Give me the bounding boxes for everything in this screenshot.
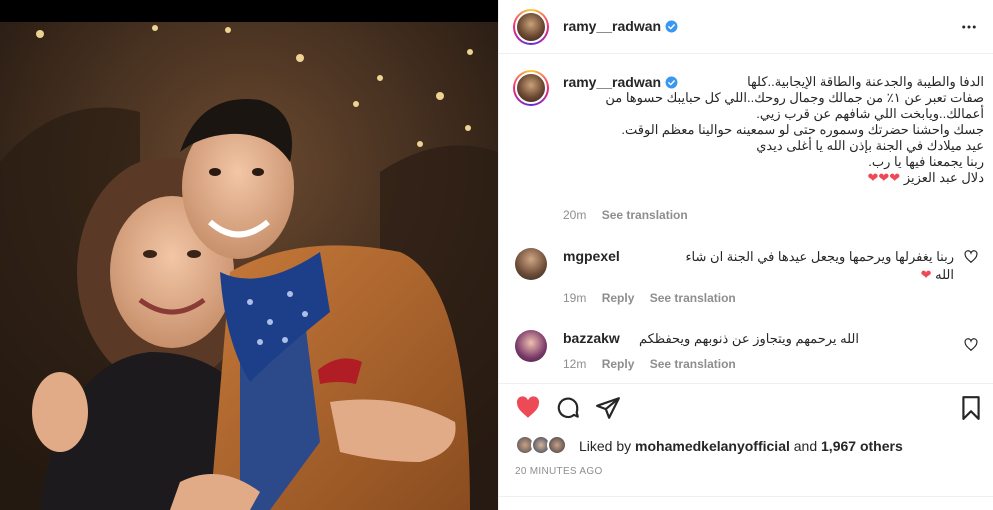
like-comment-icon[interactable] [964, 250, 978, 264]
comment-avatar[interactable] [515, 330, 547, 362]
caption-line: ربنا يجمعنا فيها يا رب. [868, 154, 984, 169]
comment-text: الله يرحمهم ويتجاوز عن ذنوبهم ويحفظكم [638, 331, 859, 346]
liker-username[interactable]: mohamedkelanyofficial [635, 438, 790, 454]
comment-username[interactable]: bazzakw [563, 330, 620, 346]
likes-count[interactable]: 1,967 others [821, 438, 903, 454]
liker-avatar [547, 435, 567, 455]
bookmark-icon[interactable] [958, 395, 984, 421]
more-icon[interactable] [960, 18, 978, 36]
author-username-text[interactable]: ramy__radwan [563, 18, 661, 34]
post-actions [499, 383, 993, 429]
caption-see-translation[interactable]: See translation [602, 208, 688, 222]
post-timestamp[interactable]: 20 MINUTES AGO [515, 466, 603, 477]
comment-avatar[interactable] [515, 248, 547, 280]
post-header: ramy__radwan [499, 0, 993, 54]
like-comment-icon[interactable] [964, 338, 978, 352]
author-avatar[interactable] [513, 9, 549, 45]
post-side-panel: ramy__radwan ramy__radwan الدفا والطيبة … [498, 0, 993, 510]
likes-text: Liked by mohamedkelanyofficial and 1,967… [579, 438, 903, 454]
caption-line: صفات تعبر عن ١٪ من جمالك وجمال روحك..الل… [605, 90, 984, 105]
comment-username[interactable]: mgpexel [563, 248, 620, 264]
see-translation-button[interactable]: See translation [650, 357, 736, 371]
verified-icon [665, 20, 678, 33]
reply-button[interactable]: Reply [602, 291, 635, 305]
see-translation-button[interactable]: See translation [650, 291, 736, 305]
comment-icon[interactable] [555, 395, 581, 421]
photo-illustration [0, 22, 498, 510]
comment-text: ربنا يغفرلها ويرحمها ويجعل عيدها في الجن… [684, 248, 954, 284]
heart-emojis: ❤❤❤ [867, 170, 901, 185]
divider [499, 496, 993, 497]
heart-filled-icon[interactable] [515, 395, 541, 421]
caption-line: عيد ميلادك في الجنة بإذن الله يا أغلى دي… [756, 138, 984, 153]
comment-meta: 12m Reply See translation [563, 357, 748, 371]
comment-age: 19m [563, 291, 587, 305]
share-icon[interactable] [595, 395, 621, 421]
caption-author-text[interactable]: ramy__radwan [563, 74, 661, 90]
post-photo[interactable] [0, 22, 498, 510]
likes-middle: and [789, 438, 822, 454]
comment-age: 12m [563, 357, 587, 371]
caption-line: الدفا والطيبة والجدعنة والطاقة الإيجابية… [747, 74, 984, 89]
heart-emoji: ❤ [920, 267, 932, 282]
liker-avatars [515, 434, 571, 458]
caption-meta: 20m See translation [563, 208, 700, 222]
likes-prefix: Liked by [579, 438, 636, 454]
caption-author-avatar[interactable] [513, 70, 549, 106]
author-username[interactable]: ramy__radwan [563, 18, 678, 34]
caption-line: أعمالك..ويابخت اللي شافهم عن قرب زيي. [756, 106, 984, 121]
caption-signature-line: دلال عبد العزيز ❤❤❤ [654, 170, 985, 186]
reply-button[interactable]: Reply [602, 357, 635, 371]
caption-signature: دلال عبد العزيز [903, 170, 984, 185]
caption-line: جسك واحشنا حضرتك وسموره حتى لو سمعينه حو… [621, 122, 984, 137]
caption-age[interactable]: 20m [563, 208, 586, 222]
comment-meta: 19m Reply See translation [563, 291, 748, 305]
comment-text-body: ربنا يغفرلها ويرحمها ويجعل عيدها في الجن… [685, 249, 954, 282]
caption-text: الدفا والطيبة والجدعنة والطاقة الإيجابية… [605, 74, 985, 186]
